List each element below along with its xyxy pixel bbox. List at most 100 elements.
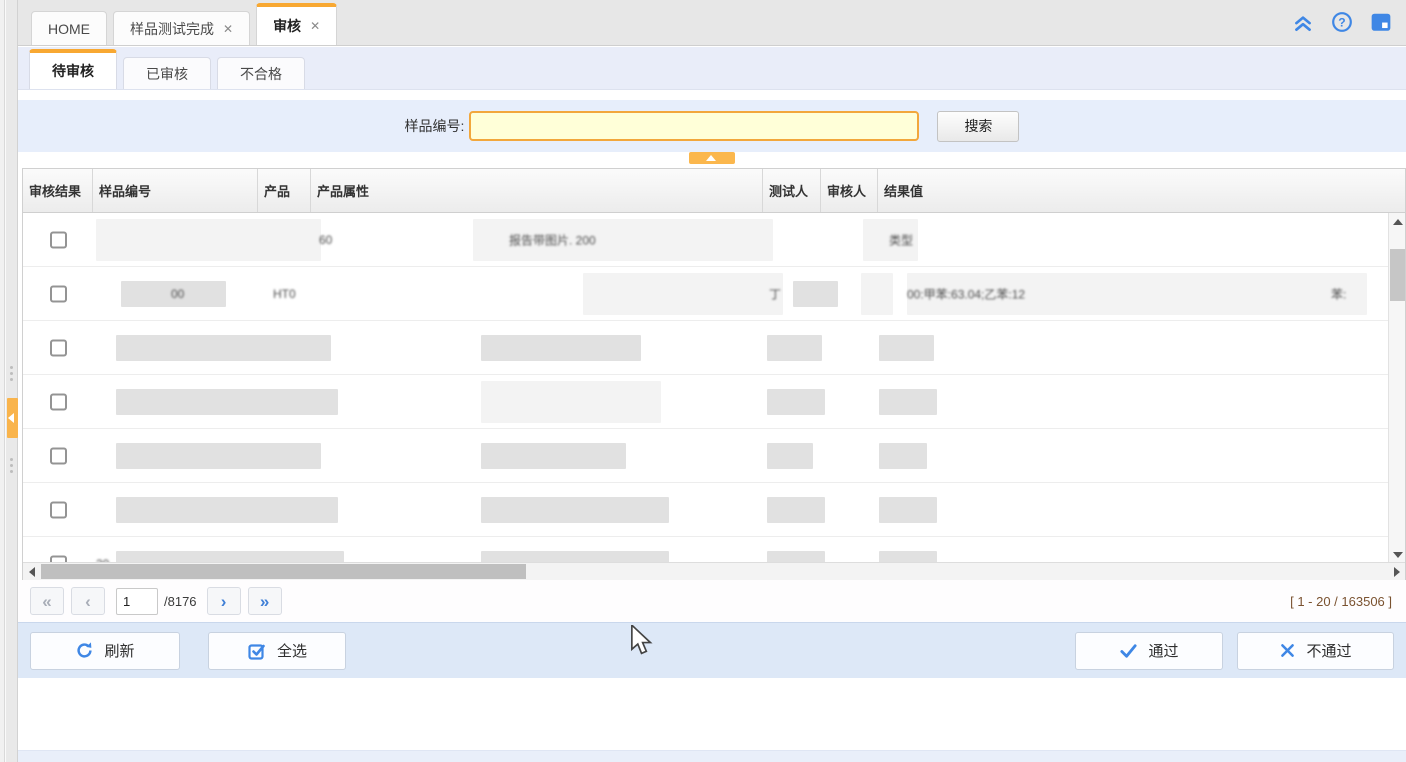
tab-unqualified[interactable]: 不合格 — [217, 57, 305, 89]
horizontal-scrollbar[interactable] — [23, 562, 1405, 580]
column-header-1[interactable]: 审核结果 — [23, 169, 93, 212]
redacted-block — [481, 381, 661, 423]
sample-number-input[interactable] — [469, 111, 919, 141]
last-page-button[interactable]: » — [248, 587, 282, 615]
redacted-block — [767, 389, 825, 415]
action-button-bar: 刷新 全选 通过 不通过 — [18, 622, 1406, 678]
redacted-block — [879, 497, 937, 523]
horizontal-scroll-thumb[interactable] — [41, 564, 526, 579]
scroll-left-icon[interactable] — [23, 563, 40, 580]
tab-label: 样品测试完成 — [130, 19, 214, 39]
cell-text-fragment: 报告带图片. 200 — [509, 231, 596, 248]
row-checkbox[interactable] — [50, 393, 67, 410]
table-row[interactable] — [23, 429, 1388, 483]
table-row[interactable]: 60报告带图片. 200类型 — [23, 213, 1388, 267]
prev-page-button[interactable]: ‹ — [71, 587, 105, 615]
collapse-toolbar-handle[interactable] — [689, 152, 735, 164]
sample-number-label: 样品编号: — [405, 116, 465, 136]
redacted-block — [116, 389, 338, 415]
bottom-panel-strip — [18, 750, 1406, 762]
splitter-grip-dots — [10, 458, 13, 473]
search-button[interactable]: 搜索 — [937, 111, 1019, 142]
tab-pending-review[interactable]: 待审核 — [29, 49, 117, 89]
first-page-button[interactable]: « — [30, 587, 64, 615]
total-pages-label: /8176 — [164, 594, 197, 609]
table-row[interactable] — [23, 375, 1388, 429]
grid-header-row: 审核结果样品编号产品产品属性测试人审核人结果值 — [23, 169, 1405, 213]
vertical-scroll-thumb[interactable] — [1390, 249, 1405, 301]
vertical-scrollbar[interactable] — [1388, 213, 1405, 563]
scroll-down-icon[interactable] — [1389, 546, 1406, 563]
svg-text:?: ? — [1338, 15, 1345, 29]
scroll-right-icon[interactable] — [1388, 563, 1405, 580]
cell-text-fragment: 00 — [171, 287, 184, 301]
tab-sample-test-complete[interactable]: 样品测试完成 ✕ — [113, 11, 250, 45]
redacted-block — [96, 219, 321, 261]
redacted-block — [481, 335, 641, 361]
pagination-bar: « ‹ /8176 › » [ 1 - 20 / 163506 ] — [18, 580, 1406, 622]
cell-text-fragment: 苯: — [1331, 285, 1346, 302]
pass-button[interactable]: 通过 — [1075, 632, 1223, 670]
column-header-4[interactable]: 产品属性 — [311, 169, 763, 212]
row-checkbox[interactable] — [50, 447, 67, 464]
decision-buttons: 通过 不通过 — [1075, 632, 1394, 670]
tab-home[interactable]: HOME — [31, 11, 107, 45]
redacted-block — [583, 273, 783, 315]
redacted-block — [879, 443, 927, 469]
cell-text-fragment: 00:甲苯:63.04;乙苯:12 — [907, 285, 1025, 302]
tab-review[interactable]: 审核 ✕ — [256, 3, 337, 45]
grid-body: 60报告带图片. 200类型00HT0丁00:甲苯:63.04;乙苯:12苯:2… — [23, 213, 1388, 563]
record-range-label: [ 1 - 20 / 163506 ] — [1290, 594, 1392, 609]
table-row[interactable] — [23, 483, 1388, 537]
redacted-block — [861, 273, 893, 315]
column-header-2[interactable]: 样品编号 — [93, 169, 258, 212]
row-checkbox[interactable] — [50, 285, 67, 302]
cell-text-fragment: 类型 — [889, 231, 913, 248]
select-all-button[interactable]: 全选 — [208, 632, 346, 670]
close-tab-icon[interactable]: ✕ — [223, 22, 233, 36]
next-page-button[interactable]: › — [207, 587, 241, 615]
table-row[interactable]: 20 — [23, 537, 1388, 563]
main-area: HOME 样品测试完成 ✕ 审核 ✕ ? — [18, 0, 1406, 762]
row-checkbox[interactable] — [50, 501, 67, 518]
page-number-input[interactable] — [116, 588, 158, 615]
splitter-grip-dots — [10, 366, 13, 381]
redacted-block — [767, 335, 822, 361]
column-header-7[interactable]: 结果值 — [878, 169, 1405, 212]
column-header-6[interactable]: 审核人 — [821, 169, 878, 212]
fail-button[interactable]: 不通过 — [1237, 632, 1394, 670]
pass-label: 通过 — [1148, 640, 1178, 661]
refresh-icon — [75, 641, 94, 660]
redacted-block — [767, 497, 825, 523]
collapse-all-icon[interactable] — [1292, 11, 1314, 33]
select-all-label: 全选 — [277, 640, 307, 661]
close-tab-icon[interactable]: ✕ — [310, 19, 320, 33]
left-panel-edge — [0, 0, 5, 762]
help-icon[interactable]: ? — [1331, 11, 1353, 33]
tab-label: 审核 — [273, 16, 301, 36]
scroll-up-icon[interactable] — [1389, 213, 1406, 230]
x-icon — [1279, 642, 1296, 659]
column-header-5[interactable]: 测试人 — [763, 169, 821, 212]
redacted-block — [116, 497, 338, 523]
cell-text-fragment: HT0 — [273, 287, 296, 301]
app-window: HOME 样品测试完成 ✕ 审核 ✕ ? — [0, 0, 1406, 762]
tab-label: 不合格 — [240, 64, 282, 84]
review-grid: 审核结果样品编号产品产品属性测试人审核人结果值 60报告带图片. 200类型00… — [22, 168, 1406, 580]
tab-reviewed[interactable]: 已审核 — [123, 57, 211, 89]
expand-left-panel-handle[interactable] — [7, 398, 18, 438]
redacted-block — [767, 443, 813, 469]
calendar-panel-icon[interactable] — [1370, 11, 1392, 33]
toolbar-collapse-strip — [18, 152, 1406, 168]
table-row[interactable] — [23, 321, 1388, 375]
row-checkbox[interactable] — [50, 339, 67, 356]
row-checkbox[interactable] — [50, 231, 67, 248]
redacted-block — [879, 389, 937, 415]
redacted-block — [116, 443, 321, 469]
review-sub-tab-bar: 待审核 已审核 不合格 — [18, 47, 1406, 90]
left-splitter-bar[interactable] — [6, 0, 18, 762]
table-row[interactable]: 00HT0丁00:甲苯:63.04;乙苯:12苯: — [23, 267, 1388, 321]
column-header-3[interactable]: 产品 — [258, 169, 311, 212]
check-icon — [1119, 641, 1138, 660]
refresh-button[interactable]: 刷新 — [30, 632, 180, 670]
